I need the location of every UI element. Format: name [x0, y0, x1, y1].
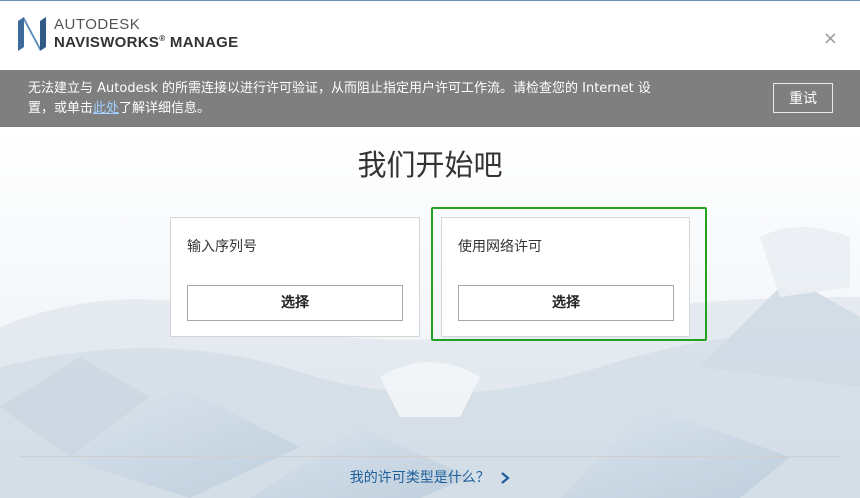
retry-button[interactable]: 重试 — [773, 83, 833, 113]
brand-product-name: NAVISWORKS — [54, 34, 160, 51]
warning-banner: 无法建立与 Autodesk 的所需连接以进行许可验证，从而阻止指定用户许可工作… — [0, 70, 860, 127]
footer-divider — [20, 456, 840, 457]
help-link-text[interactable]: 我的许可类型是什么？ — [350, 470, 490, 486]
top-border — [0, 0, 860, 1]
page-title: 我们开始吧 — [357, 148, 503, 182]
warning-message: 无法建立与 Autodesk 的所需连接以进行许可验证，从而阻止指定用户许可工作… — [28, 79, 668, 119]
brand-product-edition: MANAGE — [169, 34, 239, 51]
title-bar: AUTODESK NAVISWORKS® MANAGE × — [0, 0, 860, 70]
brand-autodesk: AUTODESK — [54, 16, 141, 33]
warning-text-2: 了解详细信息。 — [119, 101, 211, 116]
help-link[interactable]: 我的许可类型是什么？ — [0, 467, 860, 487]
network-license-card: 使用网络许可 选择 — [441, 217, 690, 337]
details-link[interactable]: 此处 — [93, 101, 119, 116]
chevron-right-icon[interactable] — [500, 471, 510, 485]
autodesk-n-logo-icon — [18, 17, 46, 51]
close-icon[interactable]: × — [823, 28, 838, 49]
select-network-license-button[interactable]: 选择 — [458, 285, 674, 321]
serial-number-card: 输入序列号 选择 — [170, 217, 420, 337]
network-license-label: 使用网络许可 — [458, 239, 542, 255]
select-serial-number-button[interactable]: 选择 — [187, 285, 403, 321]
brand-product: NAVISWORKS® MANAGE — [54, 34, 239, 51]
serial-number-label: 输入序列号 — [187, 239, 257, 255]
